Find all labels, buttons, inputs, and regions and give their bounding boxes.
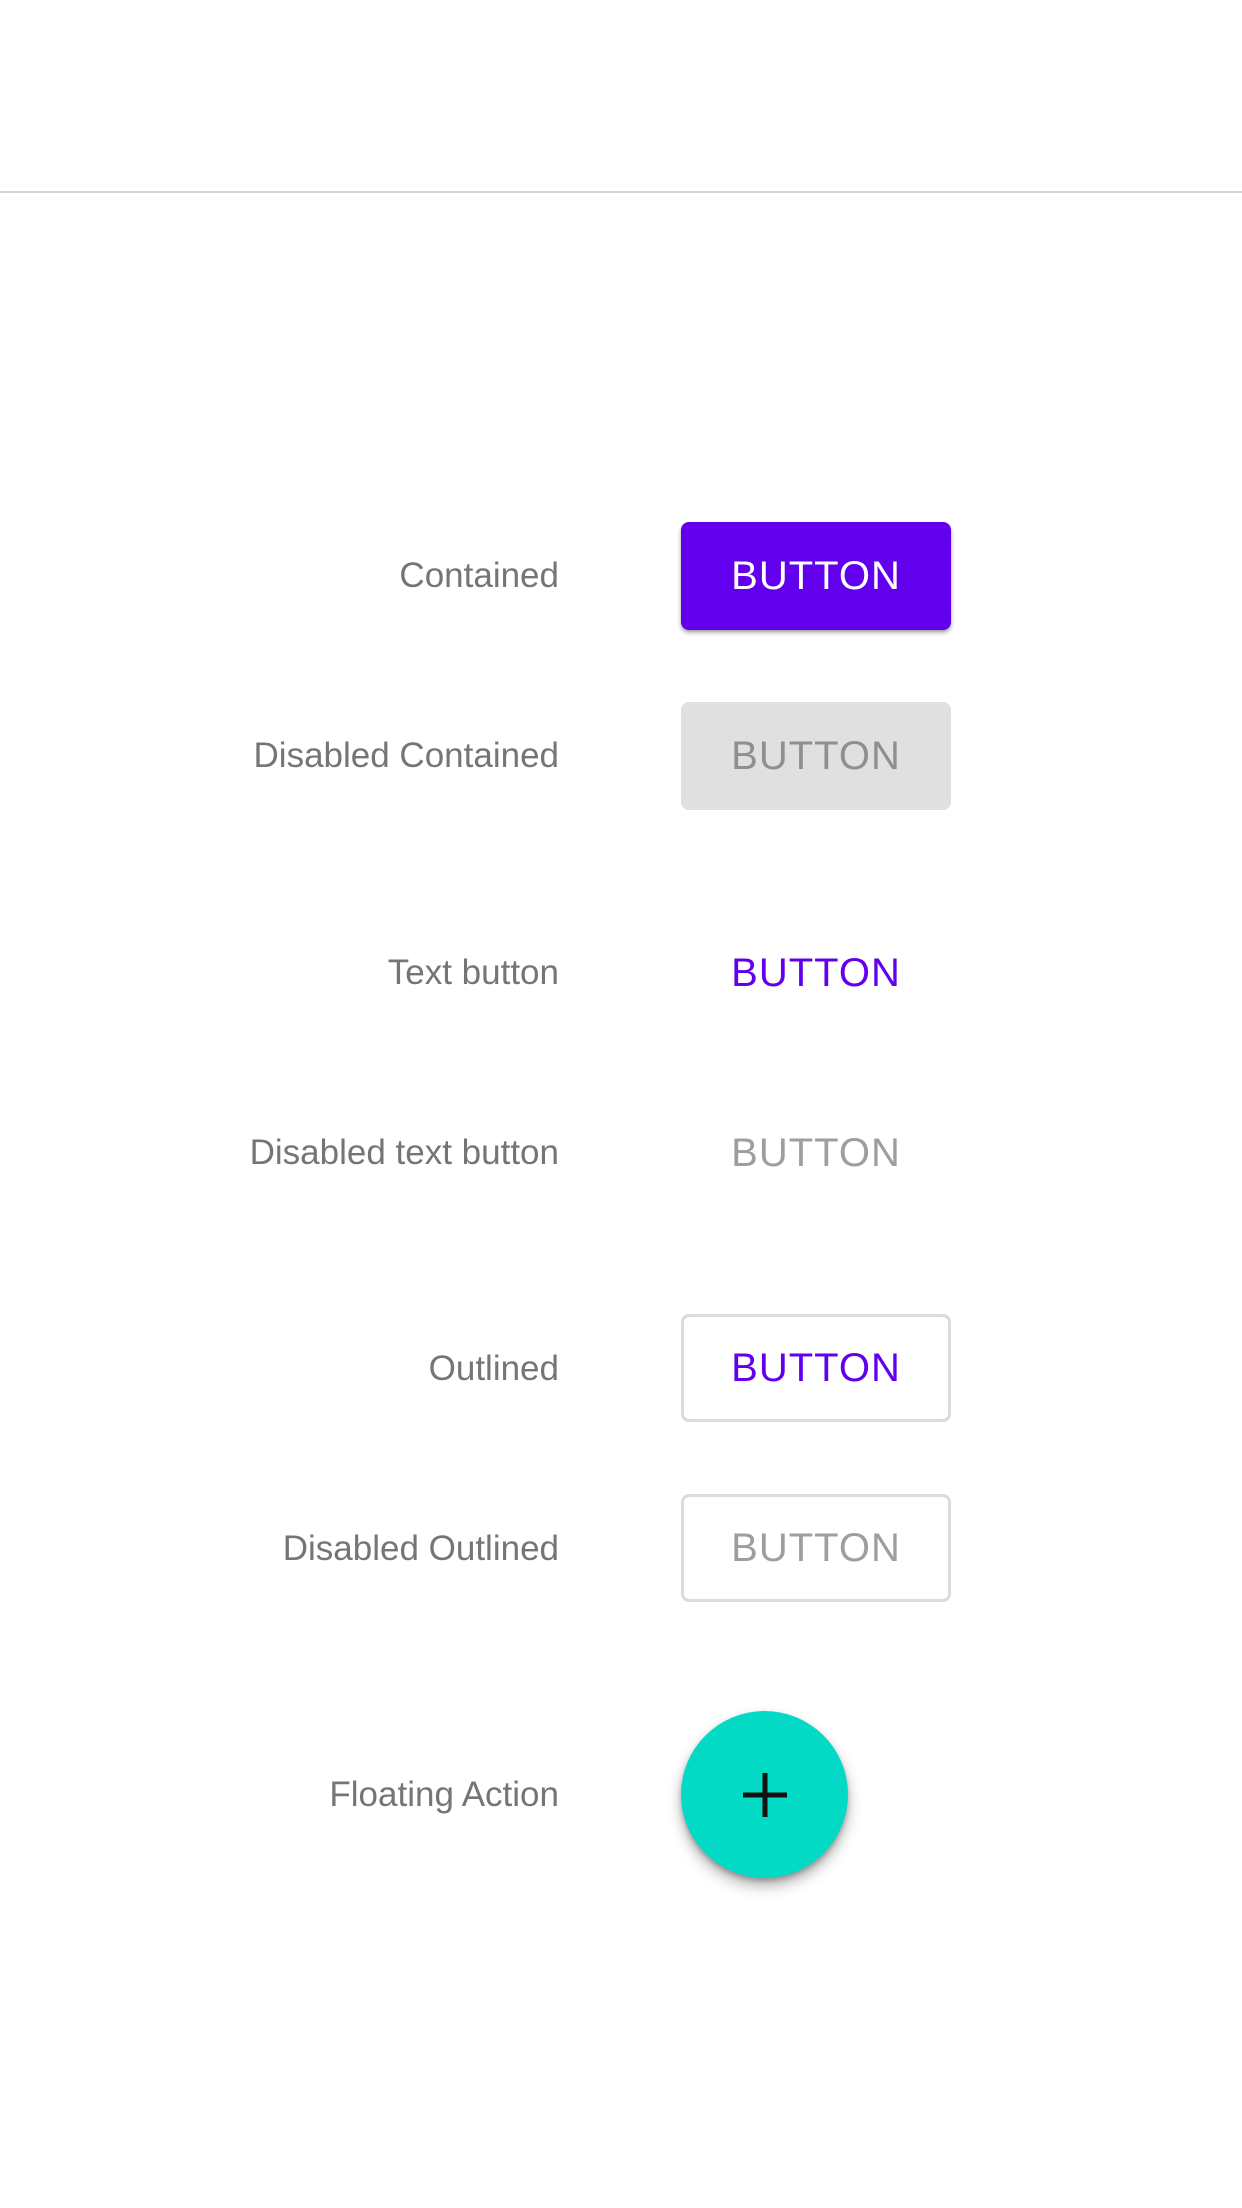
app-header	[0, 0, 1242, 193]
floating-action-button[interactable]	[681, 1711, 848, 1878]
contained-button[interactable]: BUTTON	[681, 522, 951, 630]
disabled-outlined-button: BUTTON	[681, 1494, 951, 1602]
text-button[interactable]: BUTTON	[681, 919, 951, 1027]
contained-label: Contained	[399, 556, 559, 595]
outlined-label: Outlined	[428, 1349, 559, 1388]
floating-action-label: Floating Action	[329, 1775, 559, 1814]
disabled-contained-button: BUTTON	[681, 702, 951, 810]
text-button-label: Text button	[387, 953, 559, 992]
disabled-contained-label: Disabled Contained	[253, 736, 559, 775]
disabled-outlined-label: Disabled Outlined	[282, 1529, 559, 1568]
add-icon	[742, 1772, 787, 1817]
outlined-button[interactable]: BUTTON	[681, 1314, 951, 1422]
disabled-text-button-label: Disabled text button	[249, 1133, 559, 1172]
disabled-text-button: BUTTON	[731, 1130, 901, 1175]
